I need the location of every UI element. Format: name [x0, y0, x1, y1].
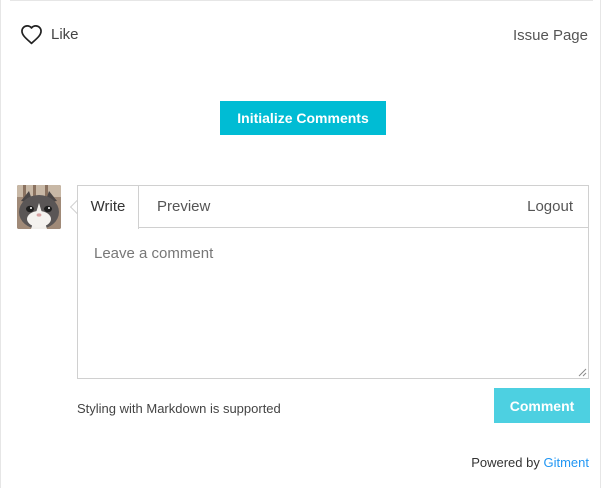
heart-icon	[20, 24, 43, 45]
resize-grip-icon[interactable]	[577, 367, 587, 377]
like-label: Like	[51, 26, 79, 43]
comment-button[interactable]: Comment	[494, 388, 590, 423]
comment-input[interactable]	[78, 228, 588, 378]
gitment-link[interactable]: Gitment	[543, 455, 589, 470]
editor-tabs: Write Preview Logout	[78, 186, 588, 229]
divider	[10, 0, 593, 1]
cat-avatar-image	[17, 185, 61, 229]
powered-by-label: Powered by	[471, 455, 540, 470]
tab-preview[interactable]: Preview	[157, 186, 210, 228]
powered-by: Powered by Gitment	[471, 455, 589, 470]
like-button[interactable]: Like	[20, 24, 79, 45]
markdown-note: Styling with Markdown is supported	[77, 401, 281, 416]
logout-button[interactable]: Logout	[527, 186, 573, 228]
issue-page-link[interactable]: Issue Page	[513, 27, 588, 44]
tab-write[interactable]: Write	[78, 186, 139, 229]
initialize-comments-button[interactable]: Initialize Comments	[220, 101, 386, 135]
avatar[interactable]	[17, 185, 61, 229]
comment-editor: Write Preview Logout	[77, 185, 589, 379]
